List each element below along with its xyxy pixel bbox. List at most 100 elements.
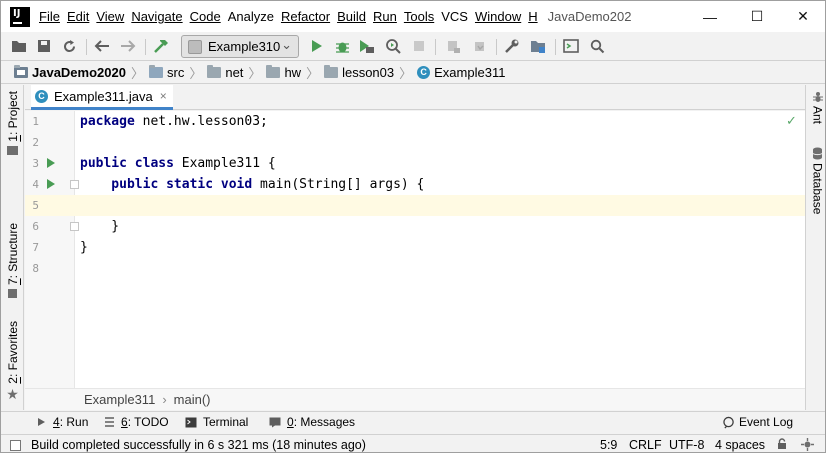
menu-vcs[interactable]: VCS — [441, 9, 474, 24]
messages-tool-button[interactable]: 0: Messages — [269, 415, 355, 429]
run-configuration-label: Example310 — [208, 39, 281, 54]
messages-tool-number: 0 — [287, 415, 294, 429]
breadcrumb-src[interactable]: src — [148, 64, 185, 80]
terminal-tool-button[interactable]: Terminal — [185, 415, 248, 429]
code-line[interactable]: 2 — [25, 132, 805, 153]
package-folder-icon — [324, 64, 339, 78]
breadcrumb-net[interactable]: net — [207, 64, 243, 80]
code-line[interactable]: 4 public static void main(String[] args)… — [25, 174, 805, 195]
lock-icon[interactable] — [777, 438, 787, 452]
sync-icon[interactable] — [60, 37, 78, 55]
code-line[interactable]: 1 package net.hw.lesson03; — [25, 111, 805, 132]
code-line[interactable]: 5 — [25, 195, 805, 216]
menu-code[interactable]: Code — [190, 9, 227, 24]
search-icon[interactable] — [588, 37, 606, 55]
structure-tool-label: : Structure — [5, 223, 20, 279]
breadcrumb-lesson03-label: lesson03 — [342, 64, 395, 80]
event-log-button[interactable]: Event Log — [723, 415, 793, 429]
tool-windows-toggle-icon[interactable] — [10, 440, 21, 451]
terminal-tool-label: Terminal — [203, 415, 249, 429]
run-gutter-icon[interactable] — [47, 179, 55, 189]
minimize-button[interactable]: — — [687, 1, 733, 32]
window-title: JavaDemo202 — [547, 9, 632, 24]
code-text: package net.hw.lesson03; — [80, 111, 268, 132]
tool-window-bar: 4: Run 6: TODO Terminal 0: Messages Even… — [1, 411, 825, 434]
forward-arrow-icon[interactable] — [119, 37, 137, 55]
close-tab-icon[interactable]: × — [160, 89, 167, 103]
line-number: 2 — [32, 136, 39, 149]
menu-analyze[interactable]: Analyze — [228, 9, 280, 24]
menu-bar: IJ File Edit View Navigate Code Analyze … — [1, 1, 825, 32]
code-text: public static void main(String[] args) { — [80, 174, 424, 195]
breadcrumb-separator: 〉 — [248, 65, 262, 81]
code-keyword: public class — [80, 156, 174, 171]
run-gutter-icon[interactable] — [47, 158, 55, 168]
database-tool-tab[interactable]: Database — [809, 147, 825, 214]
code-rest: } — [80, 219, 120, 234]
favorites-tool-tab[interactable]: 2: Favorites ★ — [3, 321, 22, 403]
menu-refactor[interactable]: Refactor — [281, 9, 336, 24]
todo-tool-button[interactable]: 6: TODO — [103, 415, 169, 429]
build-hammer-icon[interactable] — [152, 37, 170, 55]
menu-run[interactable]: Run — [373, 9, 403, 24]
code-line[interactable]: 6 } — [25, 216, 805, 237]
caret-position[interactable]: 5:9 — [600, 438, 617, 452]
maximize-button[interactable]: ☐ — [734, 1, 780, 32]
status-bar: Build completed successfully in 6 s 321 … — [1, 434, 825, 452]
code-text: } — [80, 237, 88, 258]
run-coverage-icon[interactable] — [358, 37, 376, 55]
settings-wrench-icon[interactable] — [503, 37, 521, 55]
breadcrumb-project[interactable]: JavaDemo2020 — [14, 64, 126, 80]
code-editor[interactable]: 1 package net.hw.lesson03; 2 3 public class … — [25, 111, 805, 388]
line-number: 7 — [32, 241, 39, 254]
inspection-ok-icon[interactable]: ✓ — [786, 113, 797, 129]
menu-file[interactable]: File — [39, 9, 66, 24]
update-icon[interactable] — [470, 37, 488, 55]
fold-toggle-icon[interactable] — [70, 180, 79, 189]
editor-breadcrumb-method[interactable]: main() — [174, 392, 211, 407]
editor-tab-example311[interactable]: C Example311.java × — [31, 85, 173, 110]
breadcrumb-src-label: src — [166, 64, 185, 80]
menu-tools[interactable]: Tools — [404, 9, 440, 24]
ant-tool-tab[interactable]: Ant — [809, 91, 825, 124]
back-arrow-icon[interactable] — [93, 37, 111, 55]
profile-icon[interactable] — [384, 37, 402, 55]
menu-window[interactable]: Window — [475, 9, 527, 24]
structure-tool-tab[interactable]: 7: Structure — [3, 223, 22, 299]
save-icon[interactable] — [35, 37, 53, 55]
favorites-tool-number: 2 — [5, 377, 20, 384]
project-structure-icon[interactable] — [529, 37, 547, 55]
menu-build[interactable]: Build — [337, 9, 372, 24]
run-configuration-select[interactable]: Example310 ⌄ — [181, 35, 299, 58]
file-encoding[interactable]: UTF-8 — [669, 438, 704, 452]
line-separator[interactable]: CRLF — [629, 438, 662, 452]
debug-icon[interactable] — [333, 37, 351, 55]
editor-breadcrumb-class[interactable]: Example311 — [84, 392, 155, 407]
stop-icon[interactable] — [410, 37, 428, 55]
indent-setting[interactable]: 4 spaces — [715, 438, 765, 452]
menu-edit[interactable]: Edit — [67, 9, 95, 24]
code-line[interactable]: 3 public class Example311 { — [25, 153, 805, 174]
project-tool-tab[interactable]: 1: Project — [3, 91, 22, 155]
close-window-button[interactable]: ✕ — [780, 1, 825, 32]
code-line[interactable]: 7} — [25, 237, 805, 258]
breadcrumb-class[interactable]: C Example311 — [417, 65, 505, 80]
line-number: 1 — [32, 115, 39, 128]
breadcrumb-hw[interactable]: hw — [266, 64, 301, 80]
terminal-window-icon[interactable] — [562, 37, 580, 55]
menu-navigate[interactable]: Navigate — [131, 9, 188, 24]
status-message[interactable]: Build completed successfully in 6 s 321 … — [31, 438, 366, 452]
favorites-tool-label: : Favorites — [5, 321, 20, 378]
menu-view[interactable]: View — [96, 9, 130, 24]
inspector-icon[interactable] — [801, 438, 814, 452]
breadcrumb-lesson03[interactable]: lesson03 — [324, 64, 395, 80]
code-line[interactable]: 8 — [25, 258, 805, 279]
attach-icon[interactable] — [444, 37, 462, 55]
code-rest: Example311 { — [173, 156, 276, 171]
run-icon[interactable] — [308, 37, 326, 55]
chevron-down-icon: ⌄ — [281, 37, 292, 52]
fold-toggle-icon[interactable] — [70, 222, 79, 231]
open-folder-icon[interactable] — [10, 37, 28, 55]
run-tool-button[interactable]: 4: Run — [35, 415, 88, 429]
menu-help[interactable]: H — [528, 9, 543, 24]
